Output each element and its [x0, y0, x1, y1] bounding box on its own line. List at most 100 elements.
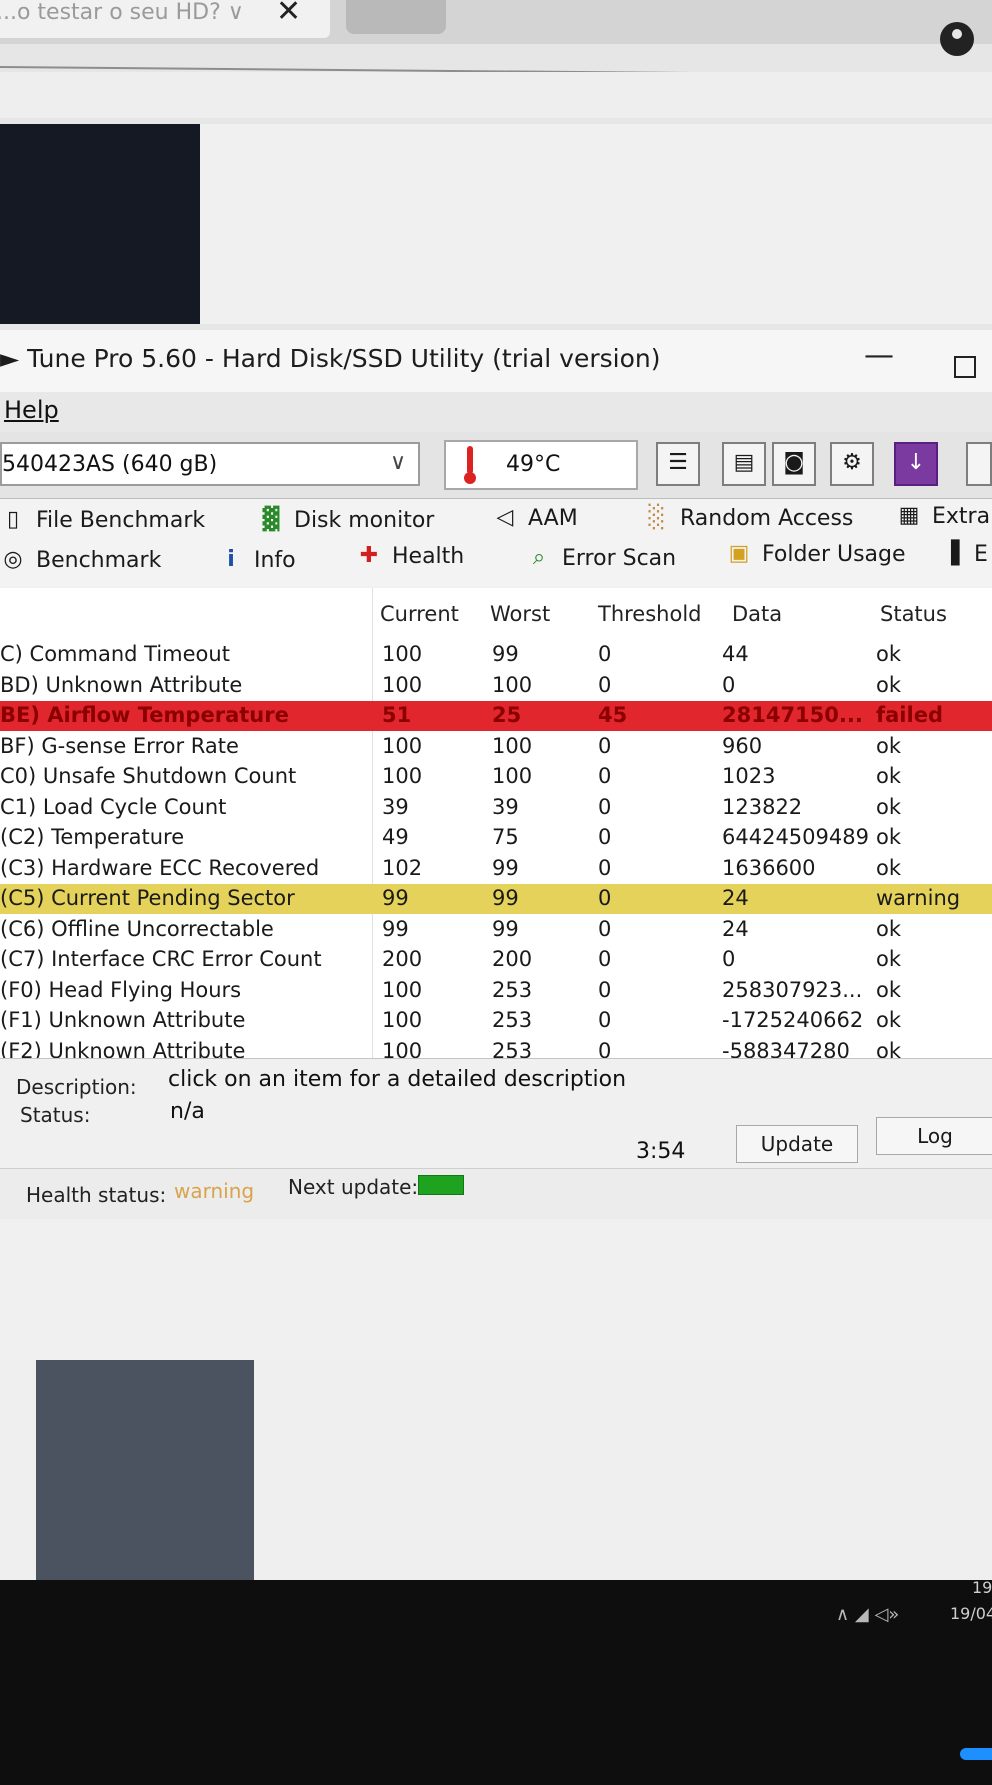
attribute-name: (F1) Unknown Attribute — [0, 1008, 246, 1032]
raw-data: 28147150... — [722, 703, 863, 727]
download-icon: ↓ — [906, 450, 926, 475]
worst-value: 99 — [492, 855, 519, 880]
header-threshold[interactable]: Threshold — [598, 602, 702, 626]
tab-file-benchmark[interactable]: ▯ File Benchmark — [0, 507, 205, 533]
attribute-status: ok — [876, 1008, 902, 1032]
raw-data: -1725240662 — [722, 1008, 864, 1032]
tab-benchmark[interactable]: ◎ Benchmark — [0, 547, 161, 573]
attribute-name: (C3) Hardware ECC Recovered — [0, 855, 320, 880]
copy-screenshot-button[interactable]: ▤ — [722, 442, 766, 486]
attribute-name: (C2) Temperature — [0, 825, 185, 849]
table-row[interactable]: (F0) Head Flying Hours 100 253 0 258307923..… — [0, 976, 992, 1006]
attribute-status: ok — [876, 916, 902, 941]
current-value: 51 — [382, 703, 412, 727]
tab-aam[interactable]: ◁ AAM — [492, 505, 578, 531]
table-row[interactable]: (C7) Interface CRC Error Count 200 200 0 0 ok — [0, 945, 992, 975]
smart-table[interactable]: Current Worst Threshold Data Status C) C… — [0, 588, 992, 1093]
table-row[interactable]: C) Command Timeout 100 99 0 44 ok — [0, 640, 992, 670]
drive-select[interactable]: 540423AS (640 gB) ∨ — [0, 442, 420, 486]
worst-value: 100 — [492, 672, 533, 697]
current-value: 99 — [382, 886, 409, 910]
tab-disk-monitor[interactable]: ▓ Disk monitor — [258, 507, 435, 533]
tab-info[interactable]: i Info — [218, 547, 296, 573]
table-row[interactable]: (C5) Current Pending Sector 99 99 0 24 warnin… — [0, 884, 992, 914]
tab-folder-usage[interactable]: ▣ Folder Usage — [726, 541, 906, 567]
current-value: 100 — [382, 733, 423, 758]
header-data[interactable]: Data — [732, 602, 782, 626]
log-button[interactable]: Log — [876, 1117, 992, 1155]
health-status-label: Health status: — [26, 1183, 167, 1207]
download-button[interactable]: ↓ — [894, 442, 938, 486]
attribute-name: C1) Load Cycle Count — [0, 794, 227, 819]
header-worst[interactable]: Worst — [490, 602, 550, 626]
header-status[interactable]: Status — [880, 602, 947, 626]
bar-chart-icon: ▓ — [262, 507, 280, 532]
header-current[interactable]: Current — [380, 602, 459, 626]
minimize-button[interactable]: — — [864, 338, 894, 373]
worst-value: 39 — [492, 794, 519, 819]
raw-data: 24 — [722, 916, 749, 941]
bookmark-bar — [0, 72, 992, 118]
tab-label: Benchmark — [36, 547, 162, 573]
threshold-value: 0 — [598, 977, 612, 1002]
window-title: ► Tune Pro 5.60 - Hard Disk/SSD Utility … — [0, 344, 661, 373]
table-row[interactable]: (F1) Unknown Attribute 100 253 0 -1725240662… — [0, 1006, 992, 1036]
benchmark-icon: ◎ — [3, 547, 23, 572]
system-tray-icons[interactable]: ∧ ◢ ◁» — [836, 1604, 899, 1625]
tab-health[interactable]: ✚ Health — [356, 543, 464, 569]
profile-icon[interactable] — [940, 22, 974, 56]
table-row[interactable]: BD) Unknown Attribute 100 100 0 0 ok — [0, 671, 992, 701]
tab-error-scan[interactable]: ⌕ Error Scan — [526, 545, 676, 571]
worst-value: 99 — [492, 642, 519, 666]
update-button[interactable]: Update — [736, 1125, 858, 1163]
table-row[interactable]: BF) G-sense Error Rate 100 100 0 960 ok — [0, 732, 992, 762]
tab-extra[interactable]: ▦ Extra t — [896, 503, 992, 529]
menu-help[interactable]: Help — [4, 396, 59, 424]
health-status-value: warning — [174, 1179, 255, 1203]
table-row[interactable]: C1) Load Cycle Count 39 39 0 123822 ok — [0, 793, 992, 823]
copy-info-button[interactable]: ☰ — [656, 442, 700, 486]
worst-value: 253 — [492, 977, 533, 1002]
taskbar-indicator — [960, 1748, 992, 1760]
tab-label: Folder Usage — [762, 541, 906, 567]
page-banner-dark — [0, 124, 200, 324]
clock-date[interactable]: 19/04 — [950, 1604, 992, 1623]
attribute-name: BF) G-sense Error Rate — [0, 733, 239, 758]
worst-value: 253 — [492, 1008, 533, 1032]
options-button[interactable]: ⚙ — [830, 442, 874, 486]
table-row[interactable]: (C6) Offline Uncorrectable 99 99 0 24 ok — [0, 915, 992, 945]
hdtune-window: ► Tune Pro 5.60 - Hard Disk/SSD Utility … — [0, 330, 992, 1360]
health-cross-icon: ✚ — [359, 543, 379, 568]
threshold-value: 0 — [598, 1008, 612, 1032]
raw-data: 258307923... — [722, 977, 863, 1002]
chevron-down-icon[interactable]: ∨ — [390, 450, 406, 475]
close-icon[interactable]: ✕ — [276, 0, 301, 29]
attribute-status: ok — [876, 825, 902, 849]
browser-tab-inactive[interactable] — [346, 0, 446, 34]
attribute-status: ok — [876, 733, 902, 758]
current-value: 99 — [382, 916, 409, 941]
table-row[interactable]: C0) Unsafe Shutdown Count 100 100 0 1023 ok — [0, 762, 992, 792]
table-row[interactable]: (C2) Temperature 49 75 0 64424509489 ok — [0, 823, 992, 853]
tab-label: Info — [254, 547, 296, 573]
attribute-status: ok — [876, 794, 902, 819]
current-value: 49 — [382, 825, 409, 849]
threshold-value: 0 — [598, 886, 612, 910]
camera-button[interactable]: ◙ — [772, 442, 816, 486]
worst-value: 100 — [492, 733, 533, 758]
clock-time[interactable]: 19 — [972, 1578, 992, 1597]
maximize-button[interactable] — [954, 356, 976, 378]
attribute-name: C0) Unsafe Shutdown Count — [0, 764, 297, 788]
status-text: n/a — [170, 1099, 205, 1124]
table-row[interactable]: BE) Airflow Temperature 51 25 45 28147150...… — [0, 701, 992, 731]
tab-random-access[interactable]: ░ Random Access — [644, 505, 854, 531]
browser-tab[interactable]: ...o testar o seu HD? ∨ ✕ — [0, 0, 330, 38]
attribute-status: ok — [876, 947, 902, 971]
drive-select-value: 540423AS (640 gB) — [2, 452, 218, 477]
tab-erase[interactable]: ▐ E — [938, 541, 988, 567]
exit-button[interactable] — [966, 442, 992, 486]
raw-data: 960 — [722, 733, 763, 758]
table-row[interactable]: (C3) Hardware ECC Recovered 102 99 0 1636600… — [0, 854, 992, 884]
feature-tabs: ▯ File Benchmark ▓ Disk monitor ◁ AAM ░ … — [0, 498, 992, 587]
attribute-status: ok — [876, 977, 902, 1002]
